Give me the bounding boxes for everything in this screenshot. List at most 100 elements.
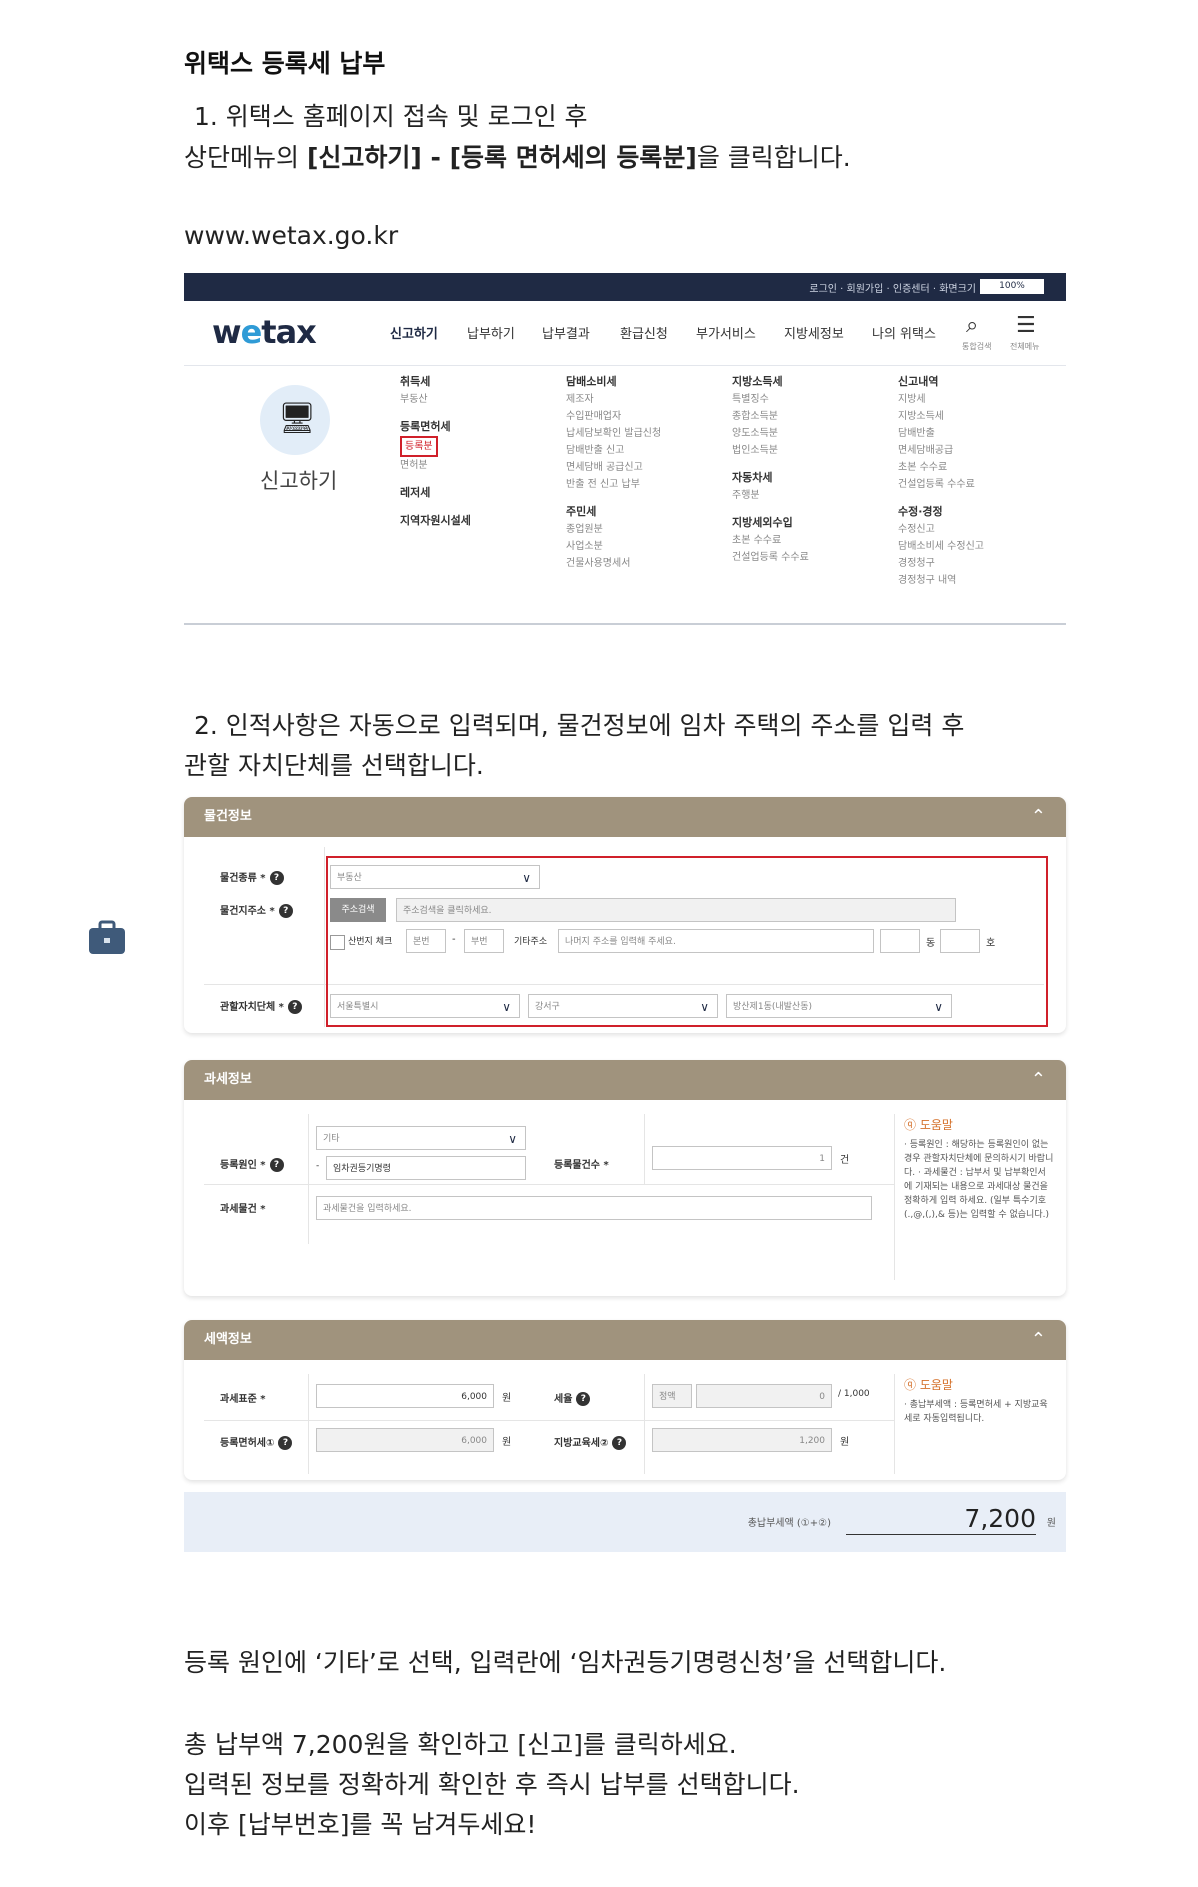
menu-item[interactable]: 경정청구 내역 (898, 572, 1048, 589)
menu-item[interactable]: 납세담보확인 발급신청 (566, 425, 716, 442)
goods-type-label: 물건종류 *? (220, 869, 284, 885)
wetax-url[interactable]: www.wetax.go.kr (184, 221, 398, 250)
rate-tag: 정액 (652, 1384, 692, 1408)
menu-group[interactable]: 등록면허세 (400, 418, 550, 434)
amount-help-title: ⓠ 도움말 (904, 1378, 1054, 1392)
wetax-logo[interactable]: wetax (212, 313, 317, 351)
rate-label: 세율? (554, 1390, 591, 1406)
tax-panel-title: 과세정보 (204, 1072, 252, 1087)
menu-col-3: 지방소득세 특별징수 종합소득분 양도소득분 법인소득분 자동차세 주행분 지방… (732, 373, 882, 566)
goods-address-label: 물건지주소 *? (220, 902, 293, 918)
amount-section: 세액정보 ⌃ 과세표준 * 6,000 원 세율? 정액 0 / 1,000 등… (184, 1320, 1066, 1552)
menu-group[interactable]: 레저세 (400, 484, 550, 500)
menu-item[interactable]: 초본 수수료 (732, 532, 882, 549)
step1-line2: 상단메뉴의 [신고하기] - [등록 면허세의 등록분]을 클릭합니다. (184, 138, 851, 174)
nav-my[interactable]: 나의 위택스 (872, 323, 936, 342)
jurisdiction-label-text: 관할자치단체 * (220, 1002, 284, 1013)
nav-info[interactable]: 지방세정보 (784, 323, 844, 342)
amount-help-title-text: 도움말 (919, 1378, 953, 1392)
menu-group[interactable]: 자동차세 (732, 469, 882, 485)
top-links[interactable]: 로그인 · 회원가입 · 인증센터 · 화면크기 (809, 280, 976, 295)
nav-result[interactable]: 납부결과 (542, 323, 590, 342)
menu-item[interactable]: 종합소득분 (732, 408, 882, 425)
tax-panel-header[interactable]: 과세정보 ⌃ (184, 1060, 1066, 1100)
mega-menu-title: 신고하기 (260, 469, 338, 493)
note-1: 등록 원인에 ‘기타’로 선택, 입력란에 ‘임차권등기명령신청’을 선택합니다… (184, 1648, 947, 1677)
help-icon[interactable]: ? (612, 1436, 627, 1450)
menu-item[interactable]: 담배반출 (898, 425, 1048, 442)
menu-item[interactable]: 건설업등록 수수료 (898, 476, 1048, 493)
amount-help-text: · 총납부세액 : 등록면허세 + 지방교육세로 자동입력됩니다. (904, 1400, 1048, 1424)
menu-item[interactable]: 법인소득분 (732, 442, 882, 459)
menu-item[interactable]: 수정신고 (898, 521, 1048, 538)
note-2: 총 납부액 7,200원을 확인하고 [신고]를 클릭하세요. (184, 1730, 737, 1759)
menu-item[interactable]: 면허분 (400, 457, 550, 474)
help-icon[interactable]: ? (278, 904, 293, 918)
step2-line1: 2. 인적사항은 자동으로 입력되며, 물건정보에 임차 주택의 주소를 입력 … (194, 711, 965, 740)
menu-item[interactable]: 부동산 (400, 391, 550, 408)
menu-item[interactable]: 양도소득분 (732, 425, 882, 442)
help-icon[interactable]: ? (287, 1000, 302, 1014)
menu-item[interactable]: 경정청구 (898, 555, 1048, 572)
amount-help: ⓠ 도움말 · 총납부세액 : 등록면허세 + 지방교육세로 자동입력됩니다. (904, 1378, 1054, 1426)
menu-item[interactable]: 면세담배 공급신고 (566, 459, 716, 476)
menu-item[interactable]: 종업원분 (566, 521, 716, 538)
nav-pay[interactable]: 납부하기 (467, 323, 515, 342)
page-title: 위택스 등록세 납부 (184, 49, 386, 78)
step1-line2-suffix: 을 클릭합니다. (696, 143, 851, 172)
note-4: 이후 [납부번호]를 꼭 남겨두세요! (184, 1810, 537, 1839)
total-unit: 원 (1046, 1518, 1056, 1529)
search-icon[interactable]: ⌕ (966, 313, 978, 338)
goods-address-label-text: 물건지주소 * (220, 906, 275, 917)
step1-line2-bold: [신고하기] - [등록 면허세의 등록분] (306, 143, 697, 172)
menu-item[interactable]: 건설업등록 수수료 (732, 549, 882, 566)
menu-item[interactable]: 담배소비세 수정신고 (898, 538, 1048, 555)
base-input[interactable]: 6,000 (316, 1384, 494, 1408)
menu-item[interactable]: 사업소분 (566, 538, 716, 555)
collapse-icon[interactable]: ⌃ (1031, 1320, 1046, 1360)
menu-item-registration-highlight[interactable]: 등록분 (400, 436, 438, 457)
menu-item[interactable]: 초본 수수료 (898, 459, 1048, 476)
menu-item[interactable]: 반출 전 신고 납부 (566, 476, 716, 493)
nav-refund[interactable]: 환급신청 (620, 323, 668, 342)
help-icon[interactable]: ? (278, 1436, 293, 1450)
goods-panel: 물건정보 ⌃ 물건종류 *? 부동산 ∨ 물건지주소 *? 주소검색 주소검색을 … (184, 797, 1066, 1033)
hamburger-menu-icon[interactable]: ☰ (1016, 313, 1036, 338)
amount-panel-header[interactable]: 세액정보 ⌃ (184, 1320, 1066, 1360)
edu-tax-field: 1,200 (652, 1428, 832, 1452)
goods-panel-header[interactable]: 물건정보 ⌃ (184, 797, 1066, 837)
menu-item[interactable]: 수입판매업자 (566, 408, 716, 425)
step2-line2: 관할 자치단체를 선택합니다. (184, 751, 484, 780)
edu-tax-label-text: 지방교육세② (554, 1438, 609, 1449)
menu-item[interactable]: 제조자 (566, 391, 716, 408)
step1-line2-prefix: 상단메뉴의 (184, 143, 307, 172)
rate-label-text: 세율 (554, 1394, 573, 1405)
menu-group[interactable]: 지방소득세 (732, 373, 882, 389)
reg-tax-label: 등록면허세①? (220, 1434, 293, 1450)
base-label: 과세표준 * (220, 1394, 266, 1405)
menu-group[interactable]: 신고내역 (898, 373, 1048, 389)
reg-tax-unit: 원 (502, 1437, 512, 1448)
menu-item[interactable]: 지방세 (898, 391, 1048, 408)
menu-group[interactable]: 취득세 (400, 373, 550, 389)
collapse-icon[interactable]: ⌃ (1031, 797, 1046, 837)
nav-extra[interactable]: 부가서비스 (696, 323, 756, 342)
menu-item[interactable]: 주행분 (732, 487, 882, 504)
menu-group[interactable]: 수정·경정 (898, 503, 1048, 519)
help-icon[interactable]: ? (576, 1392, 591, 1406)
menu-group[interactable]: 주민세 (566, 503, 716, 519)
monitor-icon: 🖥 (278, 401, 317, 436)
menu-item[interactable]: 지방소득세 (898, 408, 1048, 425)
menu-item[interactable]: 특별징수 (732, 391, 882, 408)
menu-item[interactable]: 담배반출 신고 (566, 442, 716, 459)
help-icon[interactable]: ? (269, 871, 284, 885)
zoom-control[interactable]: 100% (980, 279, 1044, 294)
menu-group[interactable]: 담배소비세 (566, 373, 716, 389)
menu-group[interactable]: 지방세외수입 (732, 514, 882, 530)
collapse-icon[interactable]: ⌃ (1031, 1060, 1046, 1100)
menu-item[interactable]: 면세담배공급 (898, 442, 1048, 459)
rate-input: 0 (696, 1384, 832, 1408)
menu-group[interactable]: 지역자원시설세 (400, 512, 550, 528)
menu-item[interactable]: 건물사용명세서 (566, 555, 716, 572)
nav-report[interactable]: 신고하기 (390, 323, 438, 342)
